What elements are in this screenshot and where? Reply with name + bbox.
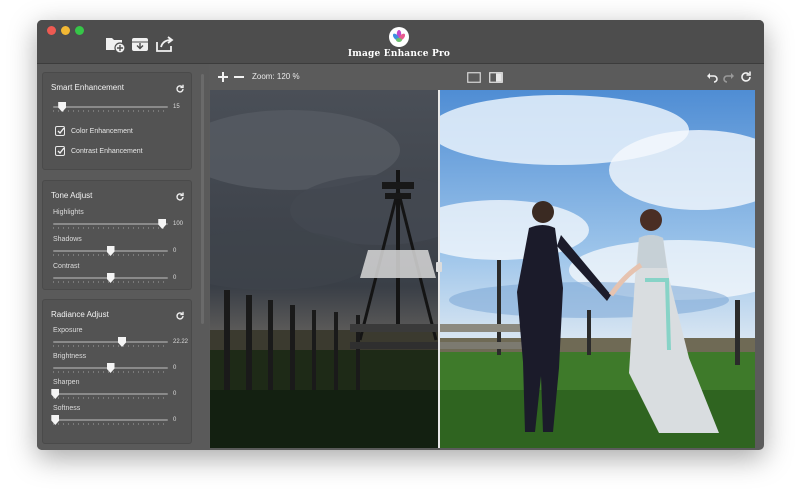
shadows-value: 0	[173, 248, 177, 254]
shadows-slider[interactable]	[53, 246, 168, 256]
shadows-label: Shadows	[53, 236, 82, 243]
minus-icon[interactable]	[233, 70, 245, 82]
image-preview[interactable]	[210, 90, 755, 448]
add-folder-icon[interactable]	[104, 34, 126, 54]
minimize-window-button[interactable]	[61, 26, 70, 35]
radiance-adjust-panel: Radiance Adjust Exposure 22.22 Brightnes…	[42, 299, 192, 444]
brightness-value: 0	[173, 365, 177, 371]
softness-slider[interactable]	[51, 415, 168, 425]
reset-icon[interactable]	[740, 70, 752, 82]
contrast-slider[interactable]	[53, 273, 168, 283]
sharpen-slider[interactable]	[51, 389, 168, 399]
color-enhancement-label: Color Enhancement	[71, 127, 133, 135]
sharpen-value: 0	[173, 391, 177, 397]
preview-toolbar: Zoom: 120 %	[209, 64, 764, 90]
brightness-label: Brightness	[53, 353, 87, 360]
exposure-label: Exposure	[53, 327, 83, 334]
checkbox-box[interactable]	[55, 146, 65, 156]
smart-enhancement-value: 15	[173, 104, 180, 110]
plus-icon[interactable]	[217, 70, 229, 82]
contrast-value: 0	[173, 275, 177, 281]
radiance-adjust-reset-icon[interactable]	[175, 308, 185, 320]
brightness-slider[interactable]	[53, 363, 168, 373]
app-title: Image Enhance Pro	[347, 49, 451, 59]
flower-logo-icon	[389, 27, 409, 47]
smart-enhancement-reset-icon[interactable]	[175, 81, 185, 93]
contrast-enhancement-checkbox[interactable]: Contrast Enhancement	[55, 145, 143, 157]
highlights-value: 100	[173, 221, 184, 227]
close-window-button[interactable]	[47, 26, 56, 35]
contrast-enhancement-label: Contrast Enhancement	[71, 147, 143, 155]
zoom-level: Zoom: 120 %	[252, 72, 300, 81]
exposure-slider[interactable]	[53, 337, 168, 347]
after-image	[439, 90, 755, 448]
share-export-icon[interactable]	[154, 34, 176, 54]
adjustments-sidebar: Smart Enhancement 15 Color Enhancement C…	[37, 64, 209, 450]
sidebar-scrollbar[interactable]	[201, 74, 204, 324]
smart-enhancement-panel: Smart Enhancement 15 Color Enhancement C…	[42, 72, 192, 170]
softness-label: Softness	[53, 405, 81, 412]
smart-enhancement-slider[interactable]	[53, 102, 168, 112]
undo-icon[interactable]	[706, 70, 718, 83]
split-view-icon[interactable]	[489, 70, 503, 83]
tone-adjust-reset-icon[interactable]	[175, 189, 185, 201]
highlights-slider[interactable]	[53, 219, 168, 229]
save-tray-icon[interactable]	[129, 34, 151, 54]
radiance-adjust-title: Radiance Adjust	[51, 310, 109, 319]
color-enhancement-checkbox[interactable]: Color Enhancement	[55, 125, 133, 137]
single-view-icon[interactable]	[467, 70, 481, 83]
checkbox-box[interactable]	[55, 126, 65, 136]
title-bar: Image Enhance Pro	[37, 20, 764, 64]
tone-adjust-panel: Tone Adjust Highlights 100 Shadows 0 Con…	[42, 180, 192, 290]
maximize-window-button[interactable]	[75, 26, 84, 35]
smart-enhancement-title: Smart Enhancement	[51, 83, 124, 92]
tone-adjust-title: Tone Adjust	[51, 191, 93, 200]
contrast-label: Contrast	[53, 263, 80, 270]
compare-divider-handle[interactable]	[436, 262, 442, 272]
exposure-value: 22.22	[173, 339, 189, 345]
highlights-label: Highlights	[53, 209, 84, 216]
redo-icon[interactable]	[723, 70, 735, 83]
before-image	[210, 90, 439, 448]
sharpen-label: Sharpen	[53, 379, 80, 386]
app-window: Image Enhance Pro Smart Enhancement 15 C…	[37, 20, 764, 450]
softness-value: 0	[173, 417, 177, 423]
